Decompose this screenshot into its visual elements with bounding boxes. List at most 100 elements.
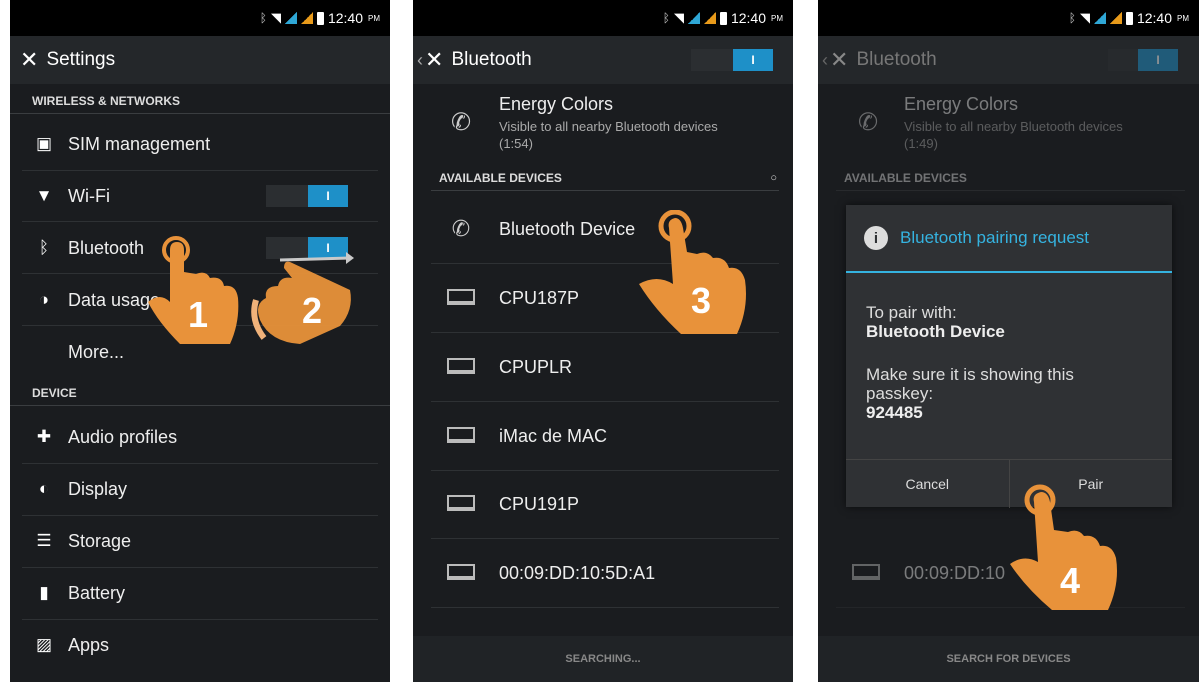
settings-tools-icon[interactable]: ✕: [425, 47, 443, 73]
bluetooth-toggle[interactable]: I: [691, 49, 773, 71]
swipe-hand-step-2: 2: [250, 250, 360, 350]
settings-screen: ᛒ ◥ 12:40 PM ✕ Settings WIRELESS & NETWOR…: [10, 0, 390, 682]
item-label: More...: [68, 341, 125, 362]
this-device-row[interactable]: ✆ Energy Colors Visible to all nearby Bl…: [413, 88, 793, 160]
passkey-instruction: Make sure it is showing this passkey:: [866, 365, 1074, 403]
device-name: CPUPLR: [499, 356, 573, 377]
pair-device-name: Bluetooth Device: [866, 322, 1005, 341]
pair-with-label: To pair with:: [866, 303, 957, 322]
signal-icon: [687, 12, 700, 24]
page-title: Bluetooth: [451, 49, 532, 70]
bluetooth-icon: ᛒ: [38, 238, 50, 257]
clock-ampm: PM: [771, 13, 783, 23]
bottom-action-bar: SEARCHING...: [413, 636, 793, 682]
laptop-icon: [443, 560, 479, 586]
item-label: Wi-Fi: [68, 185, 110, 206]
pairing-dialog: i Bluetooth pairing request To pair with…: [846, 205, 1172, 508]
section-header-available: AVAILABLE DEVICES: [836, 165, 1185, 191]
device-item[interactable]: iMac de MAC: [431, 402, 779, 471]
phone-icon: ✆: [451, 109, 472, 136]
item-label: Storage: [68, 530, 132, 551]
item-label: SIM management: [68, 133, 211, 154]
searching-spinner-icon: ○: [770, 171, 777, 184]
clock: 12:40: [1136, 10, 1172, 26]
action-bar: ‹ ✕ Bluetooth I: [818, 36, 1199, 84]
back-chevron-icon[interactable]: ‹: [822, 50, 828, 71]
passkey-value: 924485: [866, 403, 923, 422]
battery-icon: [316, 11, 324, 25]
bluetooth-pairing-screen: ᛒ ◥ 12:40 PM ‹ ✕ Bluetooth I ✆ Energy Col…: [818, 0, 1199, 682]
clock: 12:40: [730, 10, 766, 26]
step-number: 4: [1060, 560, 1081, 601]
settings-item-audio-profiles[interactable]: ✚ Audio profiles: [10, 411, 390, 463]
clock-ampm: PM: [368, 13, 380, 23]
section-header-device: DEVICE: [10, 380, 390, 406]
laptop-icon: [443, 285, 479, 311]
section-header-available: AVAILABLE DEVICES ○: [431, 165, 779, 191]
clock-ampm: PM: [1177, 13, 1189, 23]
searching-label: SEARCHING...: [565, 653, 641, 665]
device-name: 00:09:DD:10: [904, 562, 1006, 583]
bluetooth-status-icon: ᛒ: [259, 11, 267, 25]
wifi-status-icon: ◥: [673, 10, 684, 25]
wifi-toggle[interactable]: I: [266, 185, 348, 207]
info-icon: i: [864, 226, 888, 250]
item-label: Apps: [68, 634, 110, 655]
signal-icon: [1093, 12, 1106, 24]
wifi-icon: ▼: [35, 186, 53, 205]
settings-item-storage[interactable]: ☰ Storage: [10, 515, 390, 567]
settings-item-sim[interactable]: ▣ SIM management: [10, 118, 390, 170]
section-label: AVAILABLE DEVICES: [439, 170, 562, 185]
back-chevron-icon[interactable]: ‹: [417, 50, 423, 71]
bluetooth-toggle[interactable]: I: [1108, 49, 1178, 71]
laptop-icon: [443, 491, 479, 517]
dialog-title-bar: i Bluetooth pairing request: [846, 205, 1172, 273]
signal-icon: [1109, 12, 1122, 24]
cancel-button[interactable]: Cancel: [846, 460, 1009, 508]
dialog-body: To pair with: Bluetooth Device Make sure…: [846, 273, 1172, 459]
phone-icon: ✆: [451, 216, 471, 241]
step-number: 1: [188, 294, 209, 335]
battery-icon: [719, 11, 727, 25]
action-bar: ✕ Settings: [10, 36, 390, 84]
wifi-status-icon: ◥: [1079, 10, 1090, 25]
signal-icon: [300, 12, 313, 24]
toggle-knob: I: [308, 185, 348, 207]
apps-icon: ▨: [35, 635, 53, 654]
device-item[interactable]: 00:09:DD:10:5D:A1: [431, 539, 779, 608]
this-device-name: Energy Colors: [499, 94, 614, 114]
device-item[interactable]: CPUPLR: [431, 333, 779, 402]
clock: 12:40: [327, 10, 363, 26]
settings-item-wifi[interactable]: ▼ Wi-Fi I: [10, 170, 390, 222]
page-title: Bluetooth: [856, 49, 937, 70]
settings-item-battery[interactable]: ▮ Battery: [10, 567, 390, 619]
storage-icon: ☰: [36, 531, 52, 550]
item-label: Audio profiles: [68, 426, 178, 447]
device-item[interactable]: CPU191P: [431, 470, 779, 539]
search-for-devices-button[interactable]: SEARCH FOR DEVICES: [946, 653, 1070, 665]
item-label: Display: [68, 478, 128, 499]
action-bar: ‹ ✕ Bluetooth I: [413, 36, 793, 84]
visibility-status: Visible to all nearby Bluetooth devices: [904, 119, 1123, 134]
settings-tools-icon: ✕: [20, 47, 39, 72]
tap-hand-step-4: 4: [1008, 484, 1128, 616]
settings-item-display[interactable]: ◐ Display: [10, 463, 390, 515]
battery-icon: [1125, 11, 1133, 25]
visibility-timer: (1:49): [904, 136, 938, 151]
page-title: Settings: [46, 49, 116, 70]
settings-tools-icon[interactable]: ✕: [830, 47, 848, 73]
signal-icon: [703, 12, 716, 24]
signal-icon: [284, 12, 297, 24]
visibility-status: Visible to all nearby Bluetooth devices: [499, 119, 718, 134]
this-device-row[interactable]: ✆ Energy Colors Visible to all nearby Bl…: [818, 88, 1199, 160]
status-bar: ᛒ ◥ 12:40 PM: [818, 0, 1199, 36]
toggle-knob: I: [1138, 49, 1178, 71]
laptop-icon: [443, 354, 479, 380]
tap-hand-step-1: 1: [140, 232, 250, 352]
laptop-icon: [443, 423, 479, 449]
device-name: Bluetooth Device: [499, 218, 636, 239]
dialog-title: Bluetooth pairing request: [900, 228, 1090, 247]
settings-item-apps[interactable]: ▨ Apps: [10, 619, 390, 671]
item-label: Battery: [68, 582, 126, 603]
bottom-action-bar[interactable]: SEARCH FOR DEVICES: [818, 636, 1199, 682]
